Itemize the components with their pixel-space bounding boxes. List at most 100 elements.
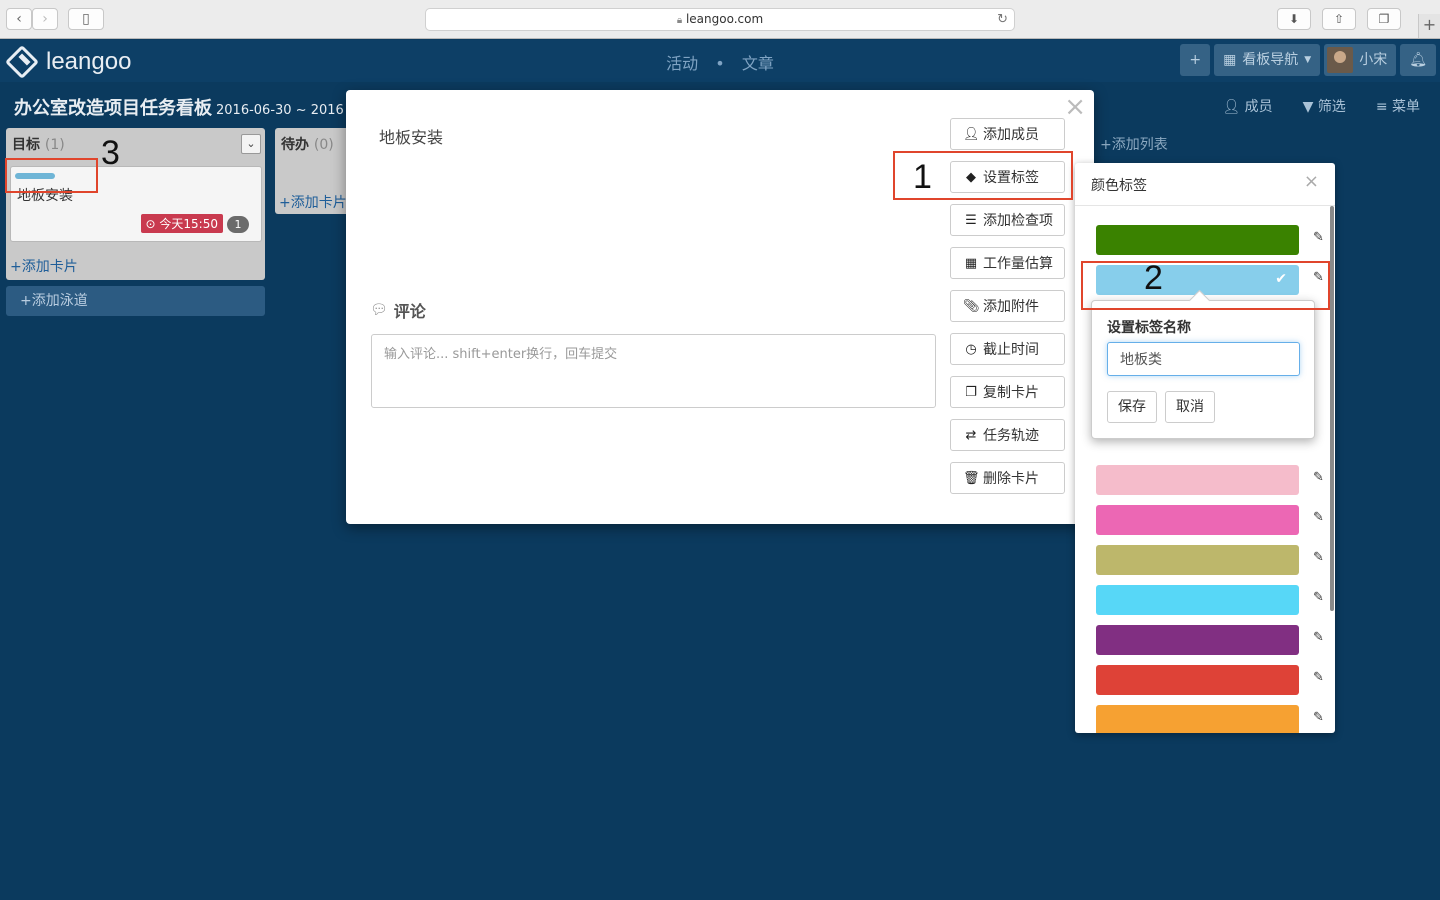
new-tab-button[interactable]: + <box>1418 14 1440 38</box>
reload-icon[interactable]: ↻ <box>997 9 1008 30</box>
user-menu[interactable]: 小宋 <box>1324 44 1397 76</box>
url-text: leangoo.com <box>685 12 764 26</box>
add-card-link[interactable]: +添加卡片 <box>10 256 78 276</box>
plus-icon: + <box>10 259 22 275</box>
annotation-number-1: 1 <box>913 158 932 196</box>
pencil-icon[interactable]: ✎ <box>1313 230 1324 245</box>
close-icon[interactable]: × <box>1304 171 1319 192</box>
bell-icon: 🔔︎ <box>1409 52 1427 68</box>
sidebar-toggle-button[interactable]: ▯ <box>68 8 104 30</box>
add-card-link[interactable]: +添加卡片 <box>279 192 347 212</box>
scrollbar[interactable] <box>1330 206 1334 611</box>
popover-title: 设置标签名称 <box>1107 320 1191 336</box>
pencil-icon[interactable]: ✎ <box>1313 550 1324 565</box>
add-user-icon: 👤︎ <box>963 126 980 142</box>
panel-title: 颜色标签 <box>1091 178 1147 194</box>
comment-input[interactable]: 输入评论... shift+enter换行，回车提交 <box>371 334 936 408</box>
share-button[interactable]: ⇧ <box>1322 8 1356 30</box>
nav-articles[interactable]: 文章 <box>742 54 774 73</box>
header-buttons: + ▦ 看板导航 ▼ 小宋 🔔︎ <box>1180 44 1436 76</box>
list-goals: 目标 (1) ⌄ 地板安装 ⊙ 今天15:50 1 +添加卡片 <box>6 128 265 280</box>
pencil-icon[interactable]: ✎ <box>1313 670 1324 685</box>
due-date-button[interactable]: ◷ 截止时间 <box>950 333 1065 365</box>
forward-button[interactable]: › <box>32 8 58 30</box>
color-swatch[interactable] <box>1096 505 1299 535</box>
add-lane-button[interactable]: +添加泳道 <box>6 286 265 316</box>
nav-activity[interactable]: 活动 <box>666 54 698 73</box>
clock-icon: ⊙ <box>145 217 156 231</box>
comments-icon: 💬︎ <box>370 302 388 318</box>
lock-icon: 🔒︎ <box>676 15 683 26</box>
add-checklist-button[interactable]: ☰ 添加检查项 <box>950 204 1065 236</box>
address-bar[interactable]: 🔒︎ leangoo.com ↻ <box>425 8 1015 31</box>
add-member-button[interactable]: 👤︎ 添加成员 <box>950 118 1065 150</box>
color-swatch[interactable] <box>1096 225 1299 255</box>
download-icon: ⬇ <box>1288 12 1300 26</box>
color-swatch[interactable] <box>1096 625 1299 655</box>
estimate-button[interactable]: ▦ 工作量估算 <box>950 247 1065 279</box>
tabs-icon: ❐ <box>1378 12 1390 26</box>
caret-down-icon: ▼ <box>1304 55 1312 65</box>
pencil-icon[interactable]: ✎ <box>1313 510 1324 525</box>
cancel-button[interactable]: 取消 <box>1165 391 1215 423</box>
task-history-button[interactable]: ⇄ 任务轨迹 <box>950 419 1065 451</box>
list-collapse-button[interactable]: ⌄ <box>241 134 261 154</box>
annotation-box-2 <box>1081 261 1330 310</box>
pencil-icon[interactable]: ✎ <box>1313 630 1324 645</box>
color-swatch[interactable] <box>1096 705 1299 733</box>
pencil-icon[interactable]: ✎ <box>1313 470 1324 485</box>
color-swatch[interactable] <box>1096 465 1299 495</box>
comment-heading: 💬︎ 评论 <box>370 302 426 321</box>
user-icon: 👤︎ <box>1222 99 1241 115</box>
copy-card-button[interactable]: ❐ 复制卡片 <box>950 376 1065 408</box>
list-title: 待办 (0) <box>281 137 334 153</box>
board-title: 办公室改造项目任务看板 <box>14 98 212 119</box>
board-nav-button[interactable]: ▦ 看板导航 ▼ <box>1214 44 1321 76</box>
exchange-icon: ⇄ <box>965 427 977 443</box>
notifications-button[interactable]: 🔔︎ <box>1400 44 1436 76</box>
menu-button[interactable]: ≡ 菜单 <box>1376 96 1420 116</box>
color-swatch[interactable] <box>1096 545 1299 575</box>
filter-button[interactable]: ▼ 筛选 <box>1303 96 1346 116</box>
grid-icon: ▦ <box>1223 52 1237 68</box>
label-name-input[interactable] <box>1107 342 1300 376</box>
annotation-number-3: 3 <box>101 134 120 172</box>
delete-card-button[interactable]: 🗑︎ 删除卡片 <box>950 462 1065 494</box>
pencil-icon[interactable]: ✎ <box>1313 590 1324 605</box>
add-button[interactable]: + <box>1180 44 1211 76</box>
copy-icon: ❐ <box>965 384 977 400</box>
tabs-button[interactable]: ❐ <box>1367 8 1401 30</box>
grid-icon: ▦ <box>964 255 978 271</box>
save-button[interactable]: 保存 <box>1107 391 1157 423</box>
members-button[interactable]: 👤︎ 成员 <box>1222 96 1272 116</box>
annotation-number-2: 2 <box>1144 259 1163 297</box>
checklist-icon: ☰ <box>965 212 977 228</box>
avatar <box>1327 47 1354 73</box>
paperclip-icon: 📎︎ <box>963 298 980 314</box>
plus-icon: + <box>1100 137 1112 153</box>
menu-icon: ≡ <box>1375 99 1388 115</box>
app-header: leangoo 活动 • 文章 + ▦ 看板导航 ▼ 小宋 🔔︎ <box>0 40 1440 82</box>
sidebar-icon: ▯ <box>82 11 90 27</box>
plus-icon: + <box>20 293 32 309</box>
back-button[interactable]: ‹ <box>6 8 32 30</box>
card-detail-title[interactable]: 地板安装 <box>379 124 443 148</box>
color-swatch[interactable] <box>1096 665 1299 695</box>
list-title: 目标 (1) <box>12 137 65 153</box>
add-attachment-button[interactable]: 📎︎ 添加附件 <box>950 290 1065 322</box>
close-icon[interactable]: × <box>1064 92 1086 122</box>
color-swatch[interactable] <box>1096 585 1299 615</box>
board-dates: 2016-06-30 ~ 2016 <box>216 103 344 118</box>
annotation-box-3 <box>5 158 98 193</box>
nav-separator: • <box>715 54 725 73</box>
downloads-button[interactable]: ⬇ <box>1277 8 1311 30</box>
divider <box>1075 205 1335 206</box>
add-list-link[interactable]: +添加列表 <box>1100 134 1168 154</box>
pencil-icon[interactable]: ✎ <box>1313 710 1324 725</box>
plus-icon: + <box>279 195 291 211</box>
filter-icon: ▼ <box>1302 99 1314 115</box>
chevron-down-icon: ⌄ <box>246 137 256 150</box>
browser-toolbar: ‹ › ▯ 🔒︎ leangoo.com ↻ ⬇ ⇧ ❐ + <box>0 0 1440 39</box>
share-icon: ⇧ <box>1333 12 1345 26</box>
board-header: 办公室改造项目任务看板 2016-06-30 ~ 2016 <box>14 94 344 120</box>
